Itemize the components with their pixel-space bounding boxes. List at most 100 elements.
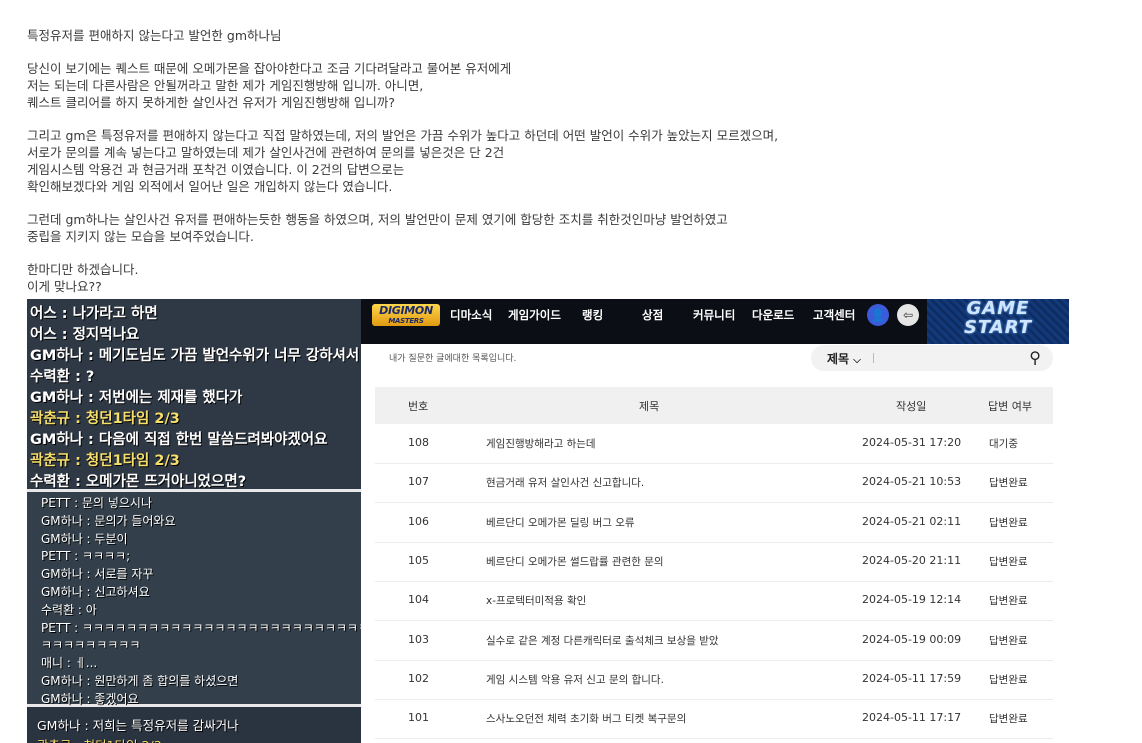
row-number: 104 bbox=[408, 593, 429, 607]
row-date: 2024-05-21 02:11 bbox=[862, 514, 962, 528]
nav-community[interactable]: 커뮤니티 bbox=[693, 307, 735, 323]
row-title-link[interactable]: 베르단디 오메가몬 썰드랍률 관련한 문의 bbox=[486, 554, 664, 569]
chat-message: GM하나 : 저번에는 제재를 했다가 bbox=[30, 390, 243, 406]
table-row[interactable]: 107 현금거래 유저 살인사건 신고합니다. 2024-05-21 10:53 답변… bbox=[375, 463, 1053, 504]
row-number: 103 bbox=[408, 632, 429, 646]
post-line: 저는 되는데 다른사람은 안될꺼라고 말한 제가 게임진행방해 입니까. 아니면… bbox=[27, 78, 424, 93]
chat-message: GM하나 : 서로를 자꾸 bbox=[41, 567, 154, 582]
post-line: 그리고 gm은 특정유저를 편애하지 않는다고 직접 말하였는데, 저의 발언은… bbox=[27, 128, 779, 143]
page-subtitle: 내가 질문한 글에대한 목록입니다. bbox=[389, 354, 517, 364]
header-status: 답변 여부 bbox=[988, 400, 1032, 413]
chat-log-top: 어스 : 나가라고 하면어스 : 정지먹나요 GM하나 : 메기도님도 가끔 발언… bbox=[27, 299, 361, 490]
table-row[interactable]: 106 베르단디 오메가몬 딜링 버그 오류 2024-05-21 02:11 답변완… bbox=[375, 503, 1053, 543]
nav-news[interactable]: 디마소식 bbox=[450, 307, 492, 323]
row-title-link[interactable]: 스사노오던전 체력 초기화 버그 티켓 복구문의 bbox=[486, 711, 686, 726]
row-date: 2024-05-21 10:53 bbox=[862, 475, 962, 489]
row-number: 107 bbox=[408, 475, 429, 489]
support-site-screenshot: DIGIMON MASTERS 디마소식 게임가이드 랭킹 상점 커뮤니티 다운… bbox=[361, 299, 1069, 743]
chat-message: 수력환 : ? bbox=[30, 369, 95, 385]
chat-message: GM하나 : 저희는 특정유저를 감싸거나 bbox=[37, 718, 239, 733]
table-row[interactable]: 108 게임진행방해라고 하는데 2024-05-31 17:20 대기중 bbox=[375, 424, 1053, 464]
row-title-link[interactable]: 게임 시스템 악용 유저 신고 문의 합니다. bbox=[486, 672, 664, 687]
row-status: 답변완료 bbox=[989, 634, 1028, 647]
row-status: 답변완료 bbox=[989, 477, 1028, 490]
post-paragraph: 한마디만 하겠습니다. 이게 맞나요?? bbox=[27, 261, 1067, 295]
logout-icon[interactable]: ⇦ bbox=[897, 304, 919, 326]
row-title-link[interactable]: x-프로텍터미적용 확인 bbox=[486, 593, 586, 608]
table-row[interactable]: 101 스사노오던전 체력 초기화 버그 티켓 복구문의 2024-05-11 17… bbox=[375, 699, 1053, 740]
digimon-masters-logo[interactable]: DIGIMON MASTERS bbox=[372, 304, 440, 326]
chat-message: 어스 : 나가라고 하면 bbox=[30, 306, 158, 322]
table-row[interactable]: 105 베르단디 오메가몬 썰드랍률 관련한 문의 2024-05-20 21:11… bbox=[375, 542, 1053, 582]
row-status: 답변완료 bbox=[989, 673, 1028, 686]
search-icon[interactable]: ⚲ bbox=[1029, 348, 1041, 367]
search-input[interactable] bbox=[881, 349, 1015, 369]
header-title: 제목 bbox=[639, 400, 660, 413]
nav-game-guide[interactable]: 게임가이드 bbox=[508, 307, 561, 323]
chat-message: PETT : 문의 넣으시나 bbox=[41, 496, 152, 510]
chat-message: PETT : ㅋㅋㅋㅋㅋㅋㅋㅋㅋㅋㅋㅋㅋㅋㅋㅋㅋㅋㅋㅋㅋㅋㅋㅋㅋㅋㅋ bbox=[41, 620, 361, 635]
game-start-text-2: START bbox=[963, 317, 1033, 338]
game-start-text-1: GAME bbox=[966, 299, 1030, 319]
game-start-button[interactable]: GAME START bbox=[927, 299, 1069, 344]
post-line: 게임시스템 악용건 과 현금거래 포착건 이였습니다. 이 2건의 답변으로는 bbox=[27, 162, 405, 177]
post-line: 그런데 gm하나는 살인사건 유저를 편애하는듯한 행동을 하였으며, 저의 발… bbox=[27, 212, 728, 227]
row-title-link[interactable]: 현금거래 유저 살인사건 신고합니다. bbox=[486, 475, 644, 490]
logo-text: DIGIMON bbox=[379, 304, 433, 317]
select-label: 제목 bbox=[827, 352, 850, 366]
row-status: 답변완료 bbox=[989, 555, 1028, 568]
post-line: 특정유저를 편애하지 않는다고 발언한 gm하나님 bbox=[27, 28, 282, 43]
post-body: 특정유저를 편애하지 않는다고 발언한 gm하나님당신이 보기에는 퀘스트 때문… bbox=[27, 27, 1067, 311]
post-paragraph: 특정유저를 편애하지 않는다고 발언한 gm하나님 bbox=[27, 27, 1067, 44]
divider bbox=[873, 353, 874, 363]
row-date: 2024-05-20 21:11 bbox=[862, 553, 962, 567]
row-status: 답변완료 bbox=[989, 713, 1028, 726]
chevron-down-icon: ⌵ bbox=[853, 355, 861, 366]
table-row[interactable]: 103 실수로 같은 계정 다른캐릭터로 출석체크 보상을 받았 2024-05-1… bbox=[375, 621, 1053, 661]
row-date: 2024-05-19 00:09 bbox=[862, 632, 962, 646]
chat-message: 곽춘규 : 청던1타임 2/3 bbox=[30, 411, 180, 427]
chat-message: GM하나 : 메기도님도 가끔 발언수위가 너무 강하셔서 bbox=[30, 348, 360, 364]
chat-message: GM하나 : 다음에 직접 한번 말씀드려봐야겠어요 bbox=[30, 432, 328, 448]
row-number: 106 bbox=[408, 514, 429, 528]
row-number: 101 bbox=[408, 711, 429, 725]
chat-message: PETT : ㅋㅋㅋㅋ; bbox=[41, 549, 131, 564]
chat-message: 어스 : 정지먹나요 bbox=[30, 327, 140, 343]
post-paragraph: 그런데 gm하나는 살인사건 유저를 편애하는듯한 행동을 하였으며, 저의 발… bbox=[27, 211, 1067, 245]
row-date: 2024-05-31 17:20 bbox=[862, 436, 962, 449]
nav-ranking[interactable]: 랭킹 bbox=[582, 307, 603, 323]
row-status: 답변완료 bbox=[989, 516, 1028, 529]
post-line: 한마디만 하겠습니다. bbox=[27, 262, 139, 277]
row-date: 2024-05-19 12:14 bbox=[862, 593, 962, 607]
chat-message: GM하나 : 좋겠어요 bbox=[41, 691, 139, 706]
chat-log-middle: PETT : 문의 넣으시나 GM하나 : 문의가 들어와요 GM하나 : 두분이 P… bbox=[27, 489, 361, 707]
row-number: 105 bbox=[408, 553, 429, 567]
logo-subtext: MASTERS bbox=[388, 317, 424, 325]
chat-message: ㅋㅋㅋㅋㅋㅋㅋㅋㅋ bbox=[41, 638, 141, 653]
chat-message: GM하나 : 신고하셔요 bbox=[41, 585, 150, 599]
row-title-link[interactable]: 베르단디 오메가몬 딜링 버그 오류 bbox=[486, 515, 635, 530]
table-row[interactable]: 102 게임 시스템 악용 유저 신고 문의 합니다. 2024-05-11 17:… bbox=[375, 660, 1053, 700]
chat-message: GM하나 : 문의가 들어와요 bbox=[41, 513, 176, 528]
header-number: 번호 bbox=[408, 400, 429, 413]
post-line: 이게 맞나요?? bbox=[27, 279, 102, 294]
post-line: 서로가 문의를 계속 넣는다고 말하였는데 제가 살인사건에 관련하여 문의를 … bbox=[27, 145, 505, 160]
chat-log-bottom: GM하나 : 저희는 특정유저를 감싸거나곽춘규 : 청던1타임 2/3 bbox=[27, 707, 361, 743]
nav-download[interactable]: 다운로드 bbox=[752, 307, 794, 323]
row-title-link[interactable]: 실수로 같은 계정 다른캐릭터로 출석체크 보상을 받았 bbox=[486, 633, 719, 648]
nav-customer-center[interactable]: 고객센터 bbox=[813, 307, 855, 323]
chat-message: GM하나 : 두분이 bbox=[41, 531, 128, 546]
post-line: 당신이 보기에는 퀘스트 때문에 오메가몬을 잡아야한다고 조금 기다려달라고 … bbox=[27, 61, 512, 76]
user-icon[interactable]: 👤 bbox=[867, 304, 889, 326]
search-field-select[interactable]: 제목 ⌵ bbox=[827, 350, 861, 367]
post-paragraph: 그리고 gm은 특정유저를 편애하지 않는다고 직접 말하였는데, 저의 발언은… bbox=[27, 127, 1067, 195]
post-line: 중립을 지키지 않는 모습을 보여주었습니다. bbox=[27, 229, 254, 244]
chat-message: GM하나 : 원만하게 좀 합의를 하셨으면 bbox=[41, 674, 239, 688]
row-title-link[interactable]: 게임진행방해라고 하는데 bbox=[486, 436, 596, 451]
post-paragraph: 당신이 보기에는 퀘스트 때문에 오메가몬을 잡아야한다고 조금 기다려달라고 … bbox=[27, 60, 1067, 111]
nav-shop[interactable]: 상점 bbox=[642, 307, 663, 323]
table-row[interactable]: 104 x-프로텍터미적용 확인 2024-05-19 12:14 답변완료 bbox=[375, 581, 1053, 622]
search-bar: 제목 ⌵ ⚲ bbox=[811, 345, 1053, 371]
row-date: 2024-05-11 17:17 bbox=[862, 711, 962, 725]
row-status: 답변완료 bbox=[989, 595, 1028, 608]
